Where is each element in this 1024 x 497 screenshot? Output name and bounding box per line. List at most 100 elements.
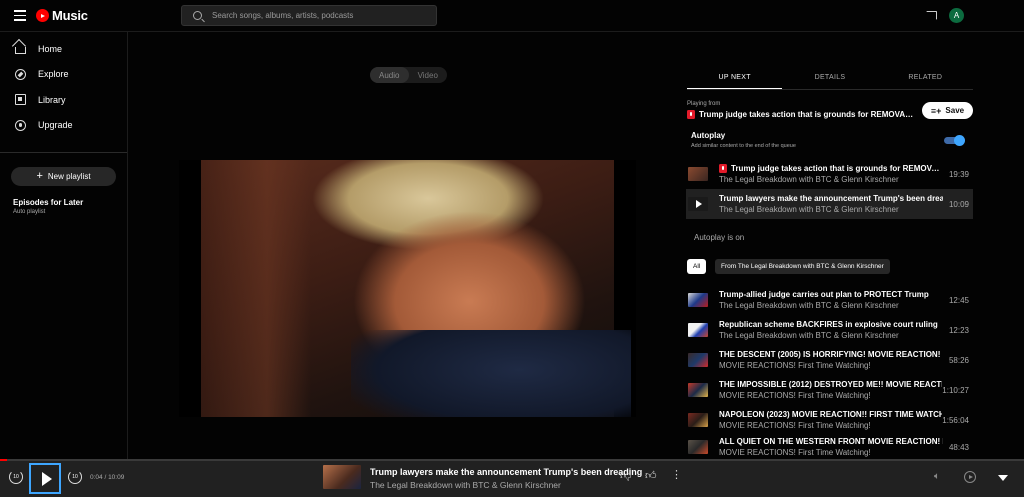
search-input[interactable] [212,11,432,20]
queue-artist: MOVIE REACTIONS! First Time Watching! [719,361,871,370]
thumbs-down-icon[interactable]: 👎︎ [620,471,631,482]
save-label: Save [945,106,965,115]
thumbs-up-icon[interactable]: 👍︎ [645,471,657,482]
logo-icon [36,9,49,22]
queue-thumbnail [688,353,708,367]
queue-title: NAPOLEON (2023) MOVIE REACTION!! FIRST T… [719,410,943,419]
playlist-title[interactable]: Episodes for Later [13,198,127,207]
autoplay-label: Autoplay [691,131,726,140]
playlist-subtitle: Auto playlist [13,209,46,215]
rewind-label: 10 [13,474,19,480]
avatar[interactable]: A [949,8,964,23]
queue-duration: 58:26 [948,355,969,365]
autoplay-on-label: Autoplay is on [694,233,745,242]
sidebar-item-home[interactable]: Home [0,36,127,62]
library-icon [15,94,26,106]
queue-title: THE IMPOSSIBLE (2012) DESTROYED ME!! MOV… [719,380,942,389]
queue-title: ALL QUIET ON THE WESTERN FRONT MOVIE REA… [719,437,943,446]
alert-emoji-icon [687,110,695,119]
queue-artist: MOVIE REACTIONS! First Time Watching! [719,421,871,430]
now-playing-title[interactable]: Trump lawyers make the announcement Trum… [370,467,642,477]
autoplay-mode-icon[interactable] [964,471,976,483]
queue-artist: The Legal Breakdown with BTC & Glenn Kir… [719,301,899,310]
more-options-icon[interactable]: ⋮ [671,470,682,481]
time-display: 0:04 / 10:09 [90,474,125,481]
panel-tabs: UP NEXT DETAILS RELATED [687,70,973,90]
now-playing-thumbnail[interactable] [323,465,361,489]
queue-thumbnail [688,167,708,181]
autoplay-item[interactable]: NAPOLEON (2023) MOVIE REACTION!! FIRST T… [686,405,973,435]
alert-emoji-icon [719,164,727,173]
chip-from-channel[interactable]: From The Legal Breakdown with BTC & Glen… [715,259,890,274]
autoplay-toggle[interactable] [944,135,965,146]
youtube-music-logo[interactable]: Music [36,8,88,23]
playing-from-label: Playing from [687,101,721,107]
video-frame [201,160,631,417]
queue-duration: 1:56:04 [942,415,969,425]
queue-thumbnail [688,383,708,397]
queue-duration: 19:39 [948,169,969,179]
sidebar-item-label: Home [38,43,63,54]
queue-duration: 48:43 [948,442,969,452]
player-bar: 10 10 0:04 / 10:09 Trump lawyers make th… [0,461,1024,497]
logo-text: Music [52,8,88,23]
forward-10-icon[interactable]: 10 [68,470,82,484]
plus-icon: + [36,170,43,182]
playlist-add-icon: ≡+ [930,105,942,116]
sidebar-divider [0,152,127,153]
queue-thumbnail [688,440,708,454]
rewind-10-icon[interactable]: 10 [9,470,23,484]
autoplay-item[interactable]: THE IMPOSSIBLE (2012) DESTROYED ME!! MOV… [686,375,973,405]
cast-icon[interactable] [926,11,937,20]
compass-icon [15,68,26,80]
sidebar-item-label: Library [38,94,66,105]
forward-label: 10 [72,474,78,480]
sidebar-item-label: Explore [38,69,69,80]
tab-details[interactable]: DETAILS [782,70,877,89]
sidebar-item-library[interactable]: Library [0,87,127,113]
queue-title: Republican scheme BACKFIRES in explosive… [719,320,938,329]
audio-option[interactable]: Audio [370,67,409,83]
queue-duration: 1:10:27 [942,385,969,395]
home-icon [15,47,26,55]
sidebar-item-explore[interactable]: Explore [0,62,127,88]
video-option[interactable]: Video [409,67,448,83]
search-bar[interactable] [181,5,437,26]
tab-related[interactable]: RELATED [878,70,973,89]
autoplay-item[interactable]: Republican scheme BACKFIRES in explosive… [686,315,973,345]
autoplay-item[interactable]: ALL QUIET ON THE WESTERN FRONT MOVIE REA… [686,435,973,459]
new-playlist-button[interactable]: + New playlist [11,167,116,186]
queue-title: Trump lawyers make the announcement Trum… [719,194,943,203]
queue-duration: 12:45 [948,295,969,305]
sidebar-item-upgrade[interactable]: Upgrade [0,113,127,139]
menu-icon[interactable] [14,10,26,21]
play-button[interactable] [29,463,61,494]
queue-artist: The Legal Breakdown with BTC & Glenn Kir… [719,175,899,184]
autoplay-item[interactable]: THE DESCENT (2005) IS HORRIFYING! MOVIE … [686,345,973,375]
queue-item[interactable]: Trump judge takes action that is grounds… [686,159,973,189]
playing-from-title[interactable]: Trump judge takes action that is grounds… [687,110,917,119]
autoplay-item[interactable]: Trump-allied judge carries out plan to P… [686,285,973,315]
tab-up-next[interactable]: UP NEXT [687,70,783,89]
queue-thumbnail [688,293,708,307]
chevron-down-icon[interactable] [998,475,1008,481]
queue-thumbnail [688,413,708,427]
queue-title: THE DESCENT (2005) IS HORRIFYING! MOVIE … [719,350,943,359]
volume-icon[interactable]: 🔈︎ [934,471,945,482]
play-icon[interactable] [688,197,708,211]
upgrade-icon [15,119,26,131]
now-playing-artist[interactable]: The Legal Breakdown with BTC & Glenn Kir… [370,480,561,490]
queue-item-current[interactable]: Trump lawyers make the announcement Trum… [686,189,973,219]
queue-artist: The Legal Breakdown with BTC & Glenn Kir… [719,331,899,340]
autoplay-description: Add similar content to the end of the qu… [691,143,796,149]
queue-duration: 12:23 [948,325,969,335]
chip-all[interactable]: All [687,259,707,274]
playing-from-title-text: Trump judge takes action that is grounds… [699,110,917,119]
video-player[interactable] [179,160,636,417]
top-header: Music A [0,0,1024,32]
new-playlist-label: New playlist [47,172,91,181]
queue-thumbnail [688,323,708,337]
save-button[interactable]: ≡+ Save [922,102,973,119]
queue-title: Trump judge takes action that is grounds… [719,164,943,173]
audio-video-toggle[interactable]: Audio Video [370,67,447,83]
